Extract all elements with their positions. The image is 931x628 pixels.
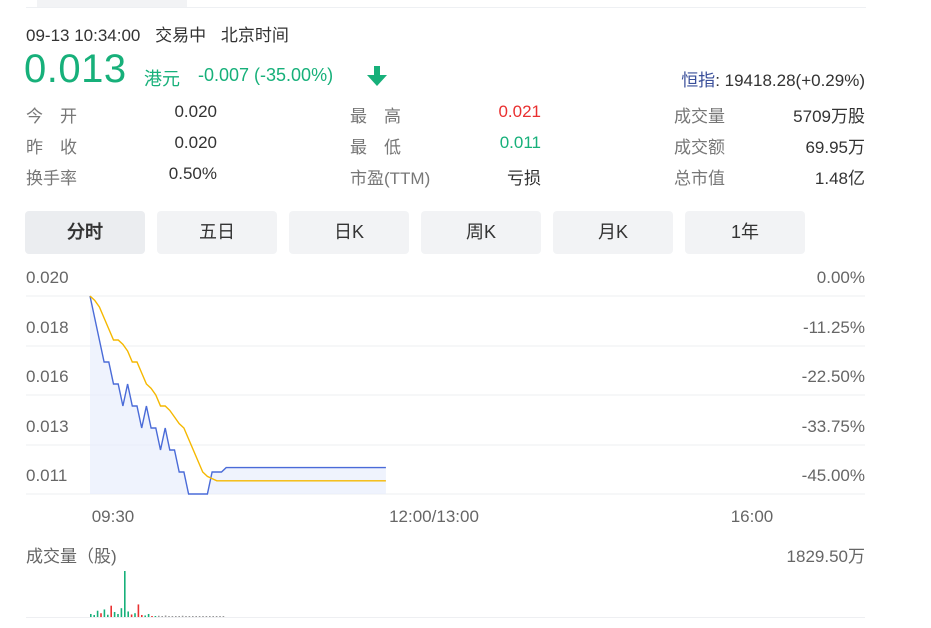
volume-bar — [158, 615, 160, 617]
stat-label: 今 开 — [26, 107, 77, 126]
volume-bar — [120, 608, 123, 617]
tab-1[interactable]: 五日 — [157, 211, 277, 254]
stat-value: 0.021 — [498, 102, 541, 121]
quote-datetime: 09-13 10:34:00 — [26, 26, 141, 45]
stat-value: 0.020 — [174, 102, 217, 121]
volume-bar — [161, 616, 163, 617]
volume-bar — [195, 615, 197, 617]
volume-bar — [100, 613, 102, 617]
stat-value: 亏损 — [507, 169, 541, 188]
top-divider — [26, 7, 866, 8]
volume-bar — [103, 609, 106, 617]
stat-label: 昨 收 — [26, 138, 77, 157]
volume-bar — [215, 616, 218, 617]
status-line: 09-13 10:34:00 交易中 北京时间 — [26, 21, 299, 46]
tab-4[interactable]: 月K — [553, 211, 673, 254]
volume-bar — [137, 604, 140, 617]
stat-value: 5709万股 — [793, 107, 865, 126]
volume-bar — [192, 616, 194, 617]
index-quote[interactable]: 恒指: 19418.28(+0.29%) — [681, 66, 865, 91]
volume-bar — [127, 611, 129, 617]
x-tick: 12:00/13:00 — [389, 507, 479, 526]
volume-bar — [219, 616, 221, 617]
tab-0[interactable]: 分时 — [25, 211, 145, 254]
tab-5[interactable]: 1年 — [685, 211, 805, 254]
currency-label: 港元 — [144, 69, 180, 89]
volume-bar — [141, 614, 143, 617]
y-right-tick: -11.25% — [803, 318, 865, 337]
volume-bar — [212, 616, 214, 617]
volume-bar — [171, 615, 174, 617]
volume-bar — [209, 616, 211, 617]
stat-label: 成交量 — [674, 107, 725, 126]
index-label[interactable]: 恒指 — [681, 71, 715, 90]
last-price: 0.013 — [24, 47, 127, 91]
index-value: : 19418.28(+0.29%) — [715, 71, 865, 90]
volume-bar — [202, 616, 204, 617]
stat-label: 总市值 — [674, 169, 725, 188]
trade-status: 交易中 — [155, 26, 207, 45]
y-right-tick: 0.00% — [817, 268, 865, 287]
stat-label: 最 低 — [350, 138, 401, 157]
arrow-down-icon — [367, 66, 387, 86]
tab-2[interactable]: 日K — [289, 211, 409, 254]
volume-bar — [113, 611, 116, 617]
y-right-tick: -33.75% — [802, 417, 865, 436]
volume-bar — [117, 613, 119, 617]
tab-3[interactable]: 周K — [421, 211, 541, 254]
x-tick: 09:30 — [92, 507, 135, 526]
volume-bar — [110, 605, 112, 617]
volume-bar — [124, 571, 126, 617]
volume-bar — [144, 615, 146, 617]
stat-label: 换手率 — [26, 169, 77, 188]
y-left-tick: 0.011 — [26, 466, 67, 485]
stat-value: 0.50% — [168, 164, 217, 183]
y-right-tick: -22.50% — [802, 367, 865, 386]
volume-bar — [188, 616, 191, 617]
volume-bar — [93, 614, 95, 617]
stat-label: 市盈(TTM) — [350, 169, 431, 188]
volume-bar — [90, 613, 92, 617]
y-right-tick: -45.00% — [802, 466, 865, 485]
volume-bar — [134, 613, 136, 617]
top-tab-stub[interactable] — [37, 0, 187, 7]
volume-bar — [205, 616, 208, 617]
volume-bar — [185, 616, 187, 617]
price-change: -0.007 (-35.00%) — [198, 65, 334, 85]
volume-bar — [107, 614, 109, 617]
y-left-tick: 0.020 — [26, 268, 69, 287]
volume-bar — [151, 615, 153, 617]
stat-value: 69.95万 — [805, 138, 865, 157]
stat-value: 0.020 — [174, 133, 217, 152]
stat-value: 1.48亿 — [814, 169, 865, 188]
volume-bar — [175, 616, 177, 617]
stat-value: 0.011 — [499, 133, 541, 152]
volume-label: 成交量（股) — [26, 547, 117, 566]
y-left-tick: 0.016 — [26, 367, 69, 386]
y-left-tick: 0.018 — [26, 318, 69, 337]
volume-bar — [154, 616, 157, 617]
stat-label: 成交额 — [674, 138, 725, 157]
volume-bar — [164, 615, 167, 617]
volume-bar — [222, 616, 225, 617]
volume-bar — [198, 616, 201, 617]
volume-bar — [178, 616, 180, 617]
timezone-label: 北京时间 — [220, 26, 289, 45]
volume-chart — [26, 571, 865, 618]
volume-bar — [96, 610, 99, 617]
intraday-chart[interactable]: 0.020 0.018 0.016 0.013 0.011 0.00% -11.25% -22… — [0, 260, 931, 535]
volume-bar — [147, 613, 150, 617]
volume-bar — [181, 615, 184, 617]
volume-max-label: 1829.50万 — [786, 547, 865, 566]
volume-bar — [168, 616, 170, 617]
stat-label: 最 高 — [350, 107, 401, 126]
y-left-tick: 0.013 — [26, 417, 69, 436]
x-tick: 16:00 — [731, 507, 774, 526]
volume-bar — [130, 614, 133, 617]
